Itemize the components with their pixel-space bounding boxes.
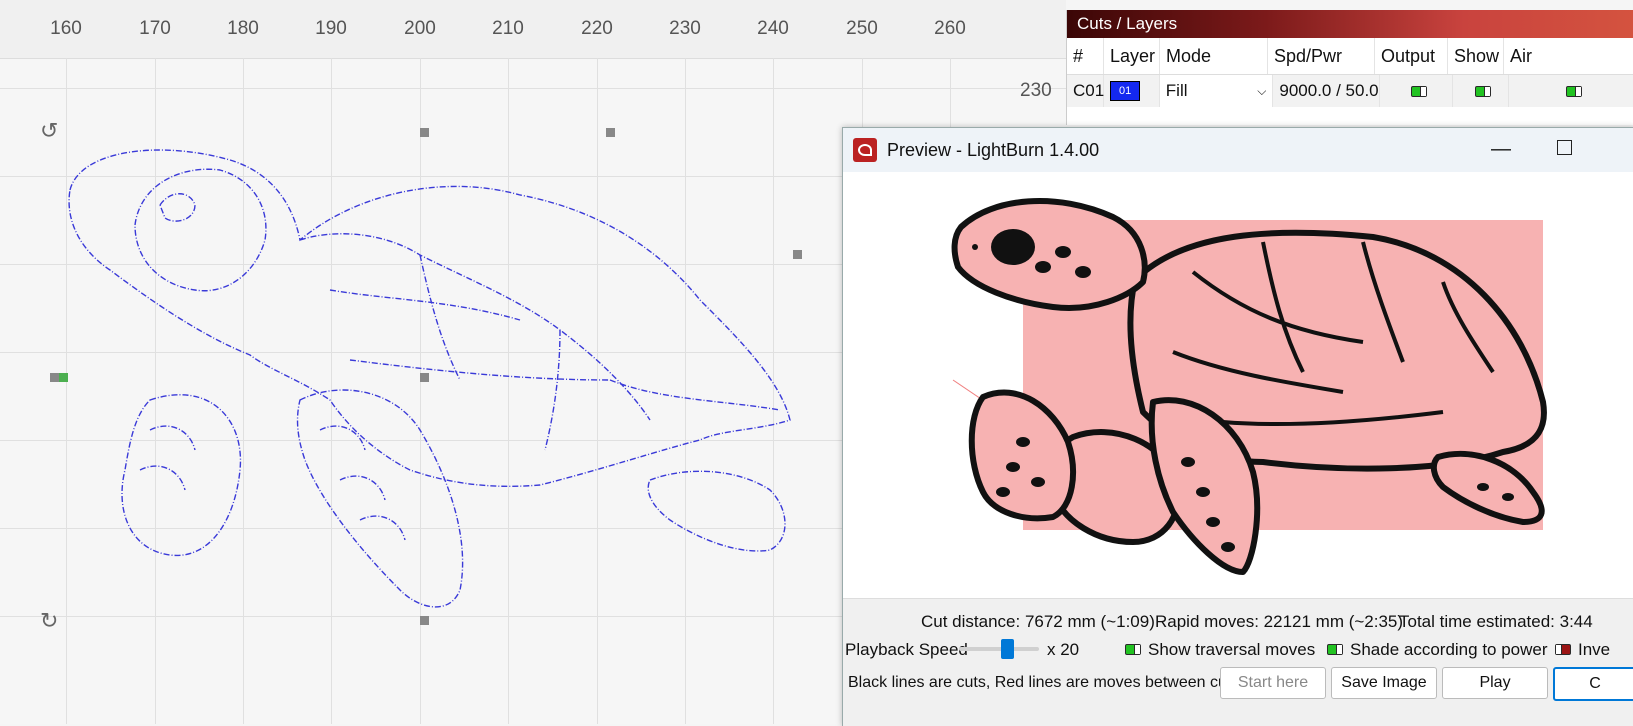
mode-select[interactable]: Fill ⌵	[1160, 75, 1274, 107]
output-toggle[interactable]	[1380, 75, 1453, 107]
mode-value: Fill	[1166, 81, 1188, 101]
close-button[interactable]: C	[1553, 667, 1633, 701]
rapid-moves-text: Rapid moves: 22121 mm (~2:35)	[1155, 612, 1403, 632]
preview-stats-panel: Cut distance: 7672 mm (~1:09) Rapid move…	[843, 598, 1633, 726]
legend-text: Black lines are cuts, Red lines are move…	[848, 674, 1239, 692]
turtle-outline-design[interactable]	[0, 0, 842, 724]
col-spd-pwr: Spd/Pwr	[1268, 38, 1375, 74]
start-here-button[interactable]: Start here	[1220, 667, 1326, 699]
col-air: Air	[1504, 38, 1630, 74]
air-toggle[interactable]	[1509, 75, 1633, 107]
slider-thumb[interactable]	[1001, 639, 1014, 659]
play-button[interactable]: Play	[1442, 667, 1548, 699]
y-ruler-label: 230	[1020, 80, 1052, 102]
col-output: Output	[1375, 38, 1448, 74]
speed-power-value[interactable]: 9000.0 / 50.0	[1273, 75, 1380, 107]
turtle-preview-image	[843, 172, 1633, 592]
cut-distance-text: Cut distance: 7672 mm (~1:09)	[921, 612, 1155, 632]
col-mode: Mode	[1160, 38, 1268, 74]
ruler-tick: 260	[934, 18, 966, 40]
minimize-icon[interactable]: —	[1491, 138, 1511, 161]
col-number: #	[1067, 38, 1104, 74]
ruler-tick: 250	[846, 18, 878, 40]
cut-layer-row[interactable]: C01 01 Fill ⌵ 9000.0 / 50.0	[1067, 75, 1633, 107]
playback-speed-label: Playback Speed	[845, 640, 968, 660]
playback-multiplier: x 20	[1047, 640, 1079, 660]
invert-label: Inve	[1578, 640, 1610, 660]
show-toggle[interactable]	[1453, 75, 1509, 107]
chevron-down-icon: ⌵	[1257, 84, 1266, 99]
invert-toggle[interactable]	[1555, 644, 1571, 655]
total-time-text: Total time estimated: 3:44	[1399, 612, 1593, 632]
col-show: Show	[1448, 38, 1504, 74]
shade-power-label: Shade according to power	[1350, 640, 1548, 660]
lightburn-logo-icon	[853, 138, 877, 162]
traversal-toggle[interactable]	[1125, 644, 1141, 655]
col-layer: Layer	[1104, 38, 1160, 74]
cut-id: C01	[1067, 75, 1104, 107]
preview-titlebar[interactable]: Preview - LightBurn 1.4.00 —	[843, 128, 1633, 172]
show-traversal-label: Show traversal moves	[1148, 640, 1315, 660]
preview-window-title: Preview - LightBurn 1.4.00	[887, 140, 1099, 161]
cuts-panel-title: Cuts / Layers	[1067, 10, 1633, 38]
maximize-icon[interactable]	[1557, 140, 1572, 155]
layer-swatch-cell[interactable]: 01	[1104, 75, 1160, 107]
playback-speed-slider[interactable]	[959, 647, 1039, 651]
save-image-button[interactable]: Save Image	[1331, 667, 1437, 699]
preview-window: Preview - LightBurn 1.4.00 —	[842, 127, 1633, 726]
cuts-layers-panel: Cuts / Layers # Layer Mode Spd/Pwr Outpu…	[1066, 10, 1633, 125]
shade-power-toggle[interactable]	[1327, 644, 1343, 655]
layer-color-swatch[interactable]: 01	[1110, 81, 1140, 101]
preview-render-area[interactable]	[843, 172, 1633, 592]
cuts-table-header: # Layer Mode Spd/Pwr Output Show Air	[1067, 38, 1633, 75]
